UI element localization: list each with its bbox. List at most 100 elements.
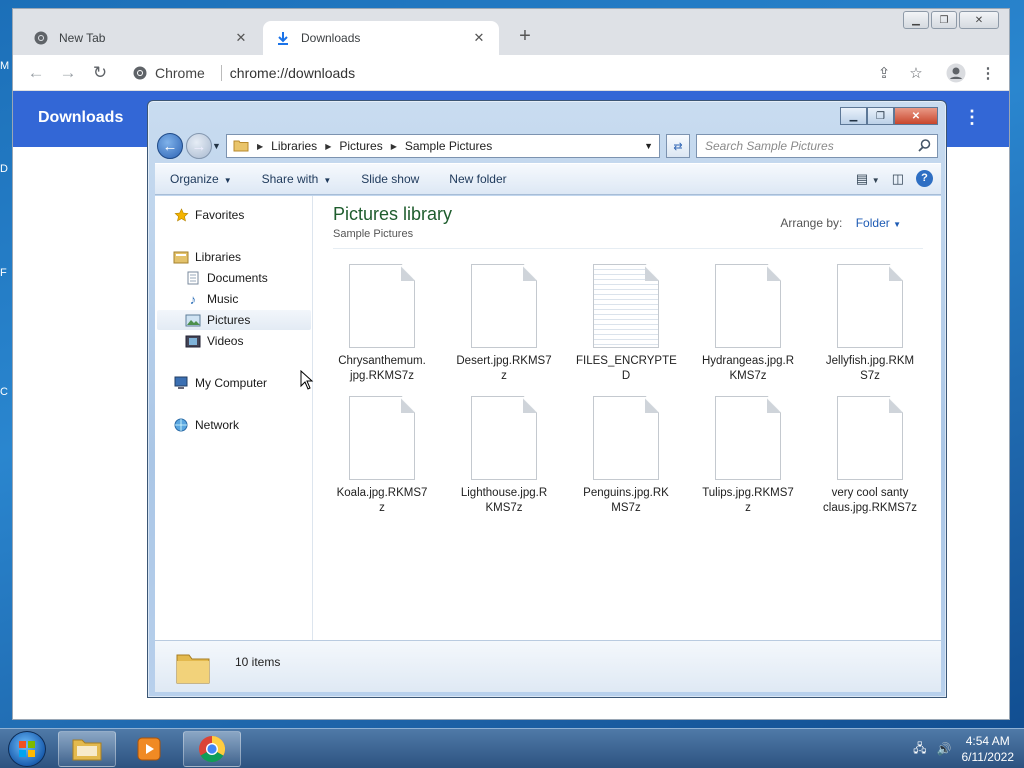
chevron-right-icon[interactable]: ▶	[391, 142, 397, 151]
address-bar[interactable]: ▶ Libraries ▶ Pictures ▶ Sample Pictures…	[226, 134, 660, 158]
view-options-icon[interactable]: ▤ ▼	[856, 171, 880, 187]
slide-show-button[interactable]: Slide show	[346, 172, 434, 186]
music-icon: ♪	[189, 291, 197, 307]
chevron-right-icon[interactable]: ▶	[325, 142, 331, 151]
windows-logo-icon	[19, 741, 35, 757]
tab-label: New Tab	[59, 31, 106, 45]
nav-label: Pictures	[207, 313, 251, 327]
file-item[interactable]: Tulips.jpg.RKMS7 z	[698, 396, 798, 516]
share-icon[interactable]: ⇪	[873, 63, 895, 85]
file-name: Desert.jpg.RKMS7	[456, 355, 552, 367]
chevron-down-icon[interactable]: ▼	[644, 141, 653, 151]
clock[interactable]: 4:54 AM 6/11/2022	[962, 733, 1015, 765]
folder-icon	[173, 647, 213, 690]
address-bar[interactable]: Chrome chrome://downloads	[125, 59, 911, 87]
new-folder-button[interactable]: New folder	[434, 172, 521, 186]
chevron-right-icon[interactable]: ▶	[257, 142, 263, 151]
maximize-button[interactable]: ❐	[931, 11, 957, 29]
breadcrumb-pictures[interactable]: Pictures	[339, 139, 382, 153]
arrange-dropdown[interactable]: Folder ▼	[856, 216, 901, 230]
navigation-pane: Favorites Libraries Documents ♪ Music Pi…	[155, 196, 313, 640]
file-item[interactable]: Lighthouse.jpg.R KMS7z	[454, 396, 554, 516]
share-with-button[interactable]: Share with ▼	[247, 172, 347, 186]
libraries-icon	[173, 249, 189, 265]
system-tray: 🖧 🔊 4:54 AM 6/11/2022	[913, 733, 1014, 765]
nav-documents[interactable]: Documents	[185, 268, 268, 288]
refresh-button[interactable]: ⇄	[666, 134, 690, 158]
library-subtitle: Sample Pictures	[333, 228, 414, 240]
file-item[interactable]: very cool santy claus.jpg.RKMS7z	[820, 396, 920, 516]
bookmark-star-icon[interactable]: ☆	[905, 63, 927, 85]
close-button[interactable]: ✕	[894, 107, 938, 125]
chevron-down-icon: ▼	[223, 176, 232, 185]
more-options-icon[interactable]: ⋮	[963, 107, 981, 128]
back-button[interactable]: ←	[157, 133, 183, 159]
volume-icon[interactable]: 🔊	[937, 742, 952, 756]
search-icon[interactable]	[918, 139, 931, 155]
file-icon	[837, 264, 903, 348]
file-name: MS7z	[611, 502, 641, 514]
file-icon	[593, 396, 659, 480]
site-chip[interactable]: Chrome	[125, 65, 213, 81]
file-name: z	[501, 370, 507, 382]
back-arrow-icon[interactable]: ←	[25, 63, 47, 85]
start-button[interactable]	[8, 731, 46, 767]
preview-pane-icon[interactable]: ◫	[892, 171, 904, 187]
desktop-icon-label: D	[0, 163, 8, 175]
file-item[interactable]: Jellyfish.jpg.RKM S7z	[820, 264, 920, 384]
minimize-button[interactable]: ▁	[840, 107, 867, 125]
forward-button[interactable]: →	[186, 133, 212, 159]
file-name: Penguins.jpg.RK	[583, 487, 669, 499]
file-name: Hydrangeas.jpg.R	[701, 355, 795, 367]
file-item[interactable]: Koala.jpg.RKMS7 z	[332, 396, 432, 516]
search-input[interactable]: Search Sample Pictures	[696, 134, 938, 158]
file-item[interactable]: FILES_ENCRYPTE D	[576, 264, 677, 384]
nav-pictures[interactable]: Pictures	[157, 310, 311, 330]
breadcrumb-sample-pictures[interactable]: Sample Pictures	[405, 139, 492, 153]
profile-icon[interactable]	[945, 63, 967, 85]
network-icon	[173, 417, 189, 433]
help-icon[interactable]: ?	[916, 170, 933, 187]
file-icon	[715, 396, 781, 480]
nav-libraries[interactable]: Libraries	[173, 247, 241, 267]
taskbar-media-player[interactable]	[120, 731, 178, 767]
explorer-client-area: Favorites Libraries Documents ♪ Music Pi…	[155, 196, 941, 640]
close-icon[interactable]: ✕	[233, 30, 249, 46]
tab-downloads[interactable]: Downloads ✕	[263, 21, 499, 55]
reload-icon[interactable]: ↻	[89, 63, 111, 85]
file-name: z	[379, 502, 385, 514]
search-placeholder: Search Sample Pictures	[705, 139, 834, 153]
nav-network[interactable]: Network	[173, 415, 239, 435]
file-name: Chrysanthemum.	[338, 355, 426, 367]
close-icon[interactable]: ✕	[471, 30, 487, 46]
chrome-icon	[199, 735, 226, 763]
network-status-icon[interactable]: 🖧	[913, 739, 926, 760]
file-item[interactable]: Desert.jpg.RKMS7 z	[454, 264, 554, 384]
file-icon	[837, 396, 903, 480]
forward-arrow-icon[interactable]: →	[57, 63, 79, 85]
share-with-label: Share with	[261, 172, 319, 186]
window-controls: ▁ ❐ ✕	[903, 11, 999, 29]
nav-label: Documents	[207, 271, 268, 285]
file-item[interactable]: Penguins.jpg.RK MS7z	[576, 396, 676, 516]
file-name: FILES_ENCRYPTE	[576, 355, 677, 367]
nav-favorites[interactable]: Favorites	[173, 205, 244, 225]
organize-button[interactable]: Organize ▼	[155, 172, 247, 186]
breadcrumb-libraries[interactable]: Libraries	[271, 139, 317, 153]
minimize-button[interactable]: ▁	[903, 11, 929, 29]
file-name: Koala.jpg.RKMS7	[336, 487, 428, 499]
nav-videos[interactable]: Videos	[185, 331, 243, 351]
file-item[interactable]: Hydrangeas.jpg.R KMS7z	[698, 264, 798, 384]
tab-new-tab[interactable]: New Tab ✕	[21, 21, 261, 55]
file-item[interactable]: Chrysanthemum. jpg.RKMS7z	[332, 264, 432, 384]
maximize-button[interactable]: ❐	[867, 107, 894, 125]
chevron-down-icon[interactable]: ▼	[212, 141, 221, 151]
menu-icon[interactable]: ⋮	[977, 63, 999, 85]
nav-music[interactable]: ♪ Music	[185, 289, 239, 309]
nav-my-computer[interactable]: My Computer	[173, 373, 267, 393]
computer-icon	[173, 375, 189, 391]
taskbar-chrome[interactable]	[183, 731, 241, 767]
new-tab-button[interactable]: +	[513, 25, 537, 49]
taskbar-explorer[interactable]	[58, 731, 116, 767]
close-button[interactable]: ✕	[959, 11, 999, 29]
